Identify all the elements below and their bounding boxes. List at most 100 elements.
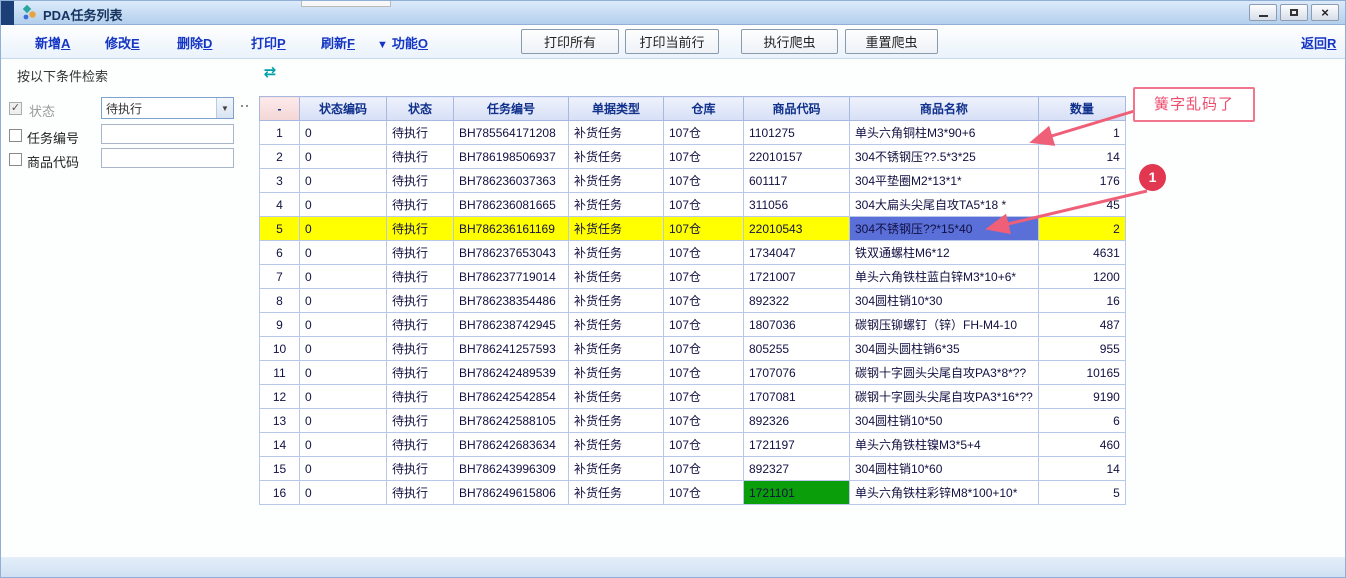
print-all-button[interactable]: 打印所有 [521, 29, 619, 54]
run-crawler-button[interactable]: 执行爬虫 [741, 29, 838, 54]
task-no-input[interactable] [101, 124, 234, 144]
cell-num[interactable]: 3 [260, 169, 300, 193]
column-header[interactable]: - [260, 97, 300, 121]
cell-status[interactable]: 待执行 [387, 457, 454, 481]
cell-num[interactable]: 14 [260, 433, 300, 457]
cell-doc-type[interactable]: 补货任务 [569, 457, 664, 481]
minimize-button[interactable] [1249, 4, 1277, 21]
cell-status[interactable]: 待执行 [387, 265, 454, 289]
cell-status[interactable]: 待执行 [387, 193, 454, 217]
menu-function[interactable]: ▼功能O [377, 33, 428, 52]
cell-status[interactable]: 待执行 [387, 145, 454, 169]
maximize-button[interactable] [1280, 4, 1308, 21]
reset-crawler-button[interactable]: 重置爬虫 [845, 29, 938, 54]
cell-num[interactable]: 1 [260, 121, 300, 145]
menu-delete[interactable]: 删除D [177, 33, 212, 52]
table-row[interactable]: 120待执行BH786242542854补货任务107仓1707081碳钢十字圆… [260, 385, 1126, 409]
close-button[interactable]: × [1311, 4, 1339, 21]
menu-return[interactable]: 返回R [1301, 33, 1336, 52]
cell-status-code[interactable]: 0 [300, 145, 387, 169]
cell-doc-type[interactable]: 补货任务 [569, 409, 664, 433]
cell-doc-type[interactable]: 补货任务 [569, 361, 664, 385]
swap-columns-icon[interactable]: ⇄ [259, 63, 281, 83]
cell-task-no[interactable]: BH785564171208 [454, 121, 569, 145]
cell-num[interactable]: 2 [260, 145, 300, 169]
cell-status-code[interactable]: 0 [300, 457, 387, 481]
cell-status-code[interactable]: 0 [300, 313, 387, 337]
cell-num[interactable]: 11 [260, 361, 300, 385]
cell-num[interactable]: 13 [260, 409, 300, 433]
cell-product-code[interactable]: 22010157 [744, 145, 850, 169]
cell-doc-type[interactable]: 补货任务 [569, 385, 664, 409]
status-select[interactable]: 待执行 ▼ [101, 97, 234, 119]
cell-product-code[interactable]: 1734047 [744, 241, 850, 265]
cell-task-no[interactable]: BH786238354486 [454, 289, 569, 313]
print-current-button[interactable]: 打印当前行 [625, 29, 719, 54]
cell-warehouse[interactable]: 107仓 [664, 145, 744, 169]
cell-product-name[interactable]: 单头六角铁柱彩锌M8*100+10* [850, 481, 1039, 505]
product-code-checkbox[interactable] [9, 153, 22, 166]
cell-doc-type[interactable]: 补货任务 [569, 313, 664, 337]
column-header[interactable]: 单据类型 [569, 97, 664, 121]
cell-product-code[interactable]: 1721101 [744, 481, 850, 505]
cell-doc-type[interactable]: 补货任务 [569, 145, 664, 169]
cell-doc-type[interactable]: 补货任务 [569, 433, 664, 457]
cell-warehouse[interactable]: 107仓 [664, 361, 744, 385]
cell-status[interactable]: 待执行 [387, 409, 454, 433]
table-row[interactable]: 130待执行BH786242588105补货任务107仓892326304圆柱销… [260, 409, 1126, 433]
table-row[interactable]: 80待执行BH786238354486补货任务107仓892322304圆柱销1… [260, 289, 1126, 313]
table-row[interactable]: 40待执行BH786236081665补货任务107仓311056304大扁头尖… [260, 193, 1126, 217]
cell-status-code[interactable]: 0 [300, 169, 387, 193]
cell-status-code[interactable]: 0 [300, 217, 387, 241]
cell-num[interactable]: 16 [260, 481, 300, 505]
table-row[interactable]: 10待执行BH785564171208补货任务107仓1101275单头六角铜柱… [260, 121, 1126, 145]
cell-status[interactable]: 待执行 [387, 121, 454, 145]
cell-warehouse[interactable]: 107仓 [664, 337, 744, 361]
column-header[interactable]: 状态编码 [300, 97, 387, 121]
cell-product-code[interactable]: 311056 [744, 193, 850, 217]
cell-task-no[interactable]: BH786237719014 [454, 265, 569, 289]
cell-warehouse[interactable]: 107仓 [664, 457, 744, 481]
cell-status[interactable]: 待执行 [387, 217, 454, 241]
cell-status-code[interactable]: 0 [300, 193, 387, 217]
cell-product-code[interactable]: 1707076 [744, 361, 850, 385]
cell-warehouse[interactable]: 107仓 [664, 169, 744, 193]
cell-task-no[interactable]: BH786242489539 [454, 361, 569, 385]
table-row[interactable]: 140待执行BH786242683634补货任务107仓1721197单头六角铁… [260, 433, 1126, 457]
cell-doc-type[interactable]: 补货任务 [569, 481, 664, 505]
cell-product-code[interactable]: 1707081 [744, 385, 850, 409]
cell-status-code[interactable]: 0 [300, 289, 387, 313]
table-row[interactable]: 20待执行BH786198506937补货任务107仓22010157304不锈… [260, 145, 1126, 169]
cell-product-code[interactable]: 805255 [744, 337, 850, 361]
cell-qty[interactable]: 45 [1038, 193, 1125, 217]
cell-num[interactable]: 15 [260, 457, 300, 481]
cell-product-code[interactable]: 892322 [744, 289, 850, 313]
cell-product-code[interactable]: 892327 [744, 457, 850, 481]
cell-qty[interactable]: 14 [1038, 457, 1125, 481]
cell-num[interactable]: 7 [260, 265, 300, 289]
cell-warehouse[interactable]: 107仓 [664, 217, 744, 241]
cell-qty[interactable]: 9190 [1038, 385, 1125, 409]
cell-doc-type[interactable]: 补货任务 [569, 169, 664, 193]
menu-new[interactable]: 新增A [35, 33, 70, 52]
menu-edit[interactable]: 修改E [105, 33, 140, 52]
cell-status-code[interactable]: 0 [300, 361, 387, 385]
cell-status-code[interactable]: 0 [300, 385, 387, 409]
cell-product-code[interactable]: 1721007 [744, 265, 850, 289]
cell-product-name[interactable]: 304圆柱销10*30 [850, 289, 1039, 313]
cell-num[interactable]: 4 [260, 193, 300, 217]
cell-num[interactable]: 12 [260, 385, 300, 409]
cell-qty[interactable]: 1 [1038, 121, 1125, 145]
cell-num[interactable]: 10 [260, 337, 300, 361]
column-header[interactable]: 商品代码 [744, 97, 850, 121]
cell-product-name[interactable]: 304圆柱销10*60 [850, 457, 1039, 481]
menu-refresh[interactable]: 刷新F [321, 33, 355, 52]
cell-doc-type[interactable]: 补货任务 [569, 289, 664, 313]
cell-task-no[interactable]: BH786242542854 [454, 385, 569, 409]
cell-warehouse[interactable]: 107仓 [664, 193, 744, 217]
cell-status-code[interactable]: 0 [300, 241, 387, 265]
cell-product-name[interactable]: 单头六角铁柱蓝白锌M3*10+6* [850, 265, 1039, 289]
column-header[interactable]: 状态 [387, 97, 454, 121]
cell-warehouse[interactable]: 107仓 [664, 265, 744, 289]
cell-warehouse[interactable]: 107仓 [664, 385, 744, 409]
